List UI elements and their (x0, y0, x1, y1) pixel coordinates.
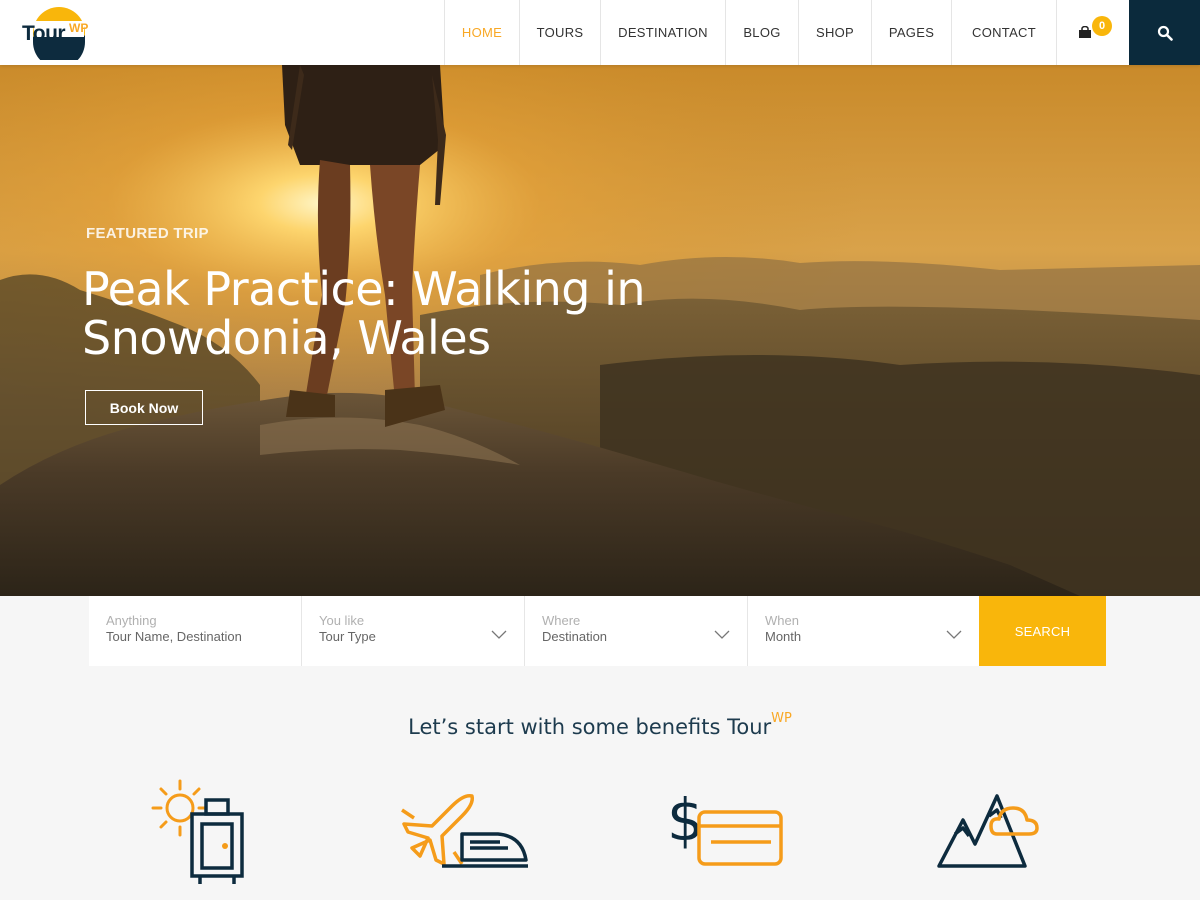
book-now-button[interactable]: Book Now (85, 390, 203, 425)
nav-contact[interactable]: CONTACT (951, 0, 1056, 65)
field-label: Where (542, 613, 581, 628)
chevron-down-icon (491, 630, 507, 639)
logo[interactable]: Tour WP (20, 4, 120, 60)
header-search-button[interactable] (1129, 0, 1200, 65)
destination-select[interactable]: Where Destination (525, 596, 748, 666)
nav-pages[interactable]: PAGES (871, 0, 951, 65)
field-label: Anything (106, 613, 157, 628)
field-label: You like (319, 613, 365, 628)
hero-banner: FEATURED TRIP Peak Practice: Walking in … (0, 65, 1200, 596)
tour-search-bar: Anything Tour Name, Destination You like… (89, 596, 1106, 666)
brand-name: Tour (22, 22, 66, 45)
nav-blog[interactable]: BLOG (725, 0, 798, 65)
search-icon (1157, 25, 1173, 41)
cart-button[interactable]: 0 (1056, 0, 1129, 65)
search-submit-button[interactable]: SEARCH (979, 596, 1106, 666)
anything-field[interactable]: Anything Tour Name, Destination (89, 596, 302, 666)
field-value: Tour Name, Destination (106, 629, 242, 644)
nav-home[interactable]: HOME (444, 0, 519, 65)
cart-icon (1079, 26, 1091, 38)
sun-luggage-icon (151, 779, 244, 884)
cart-count-badge: 0 (1092, 16, 1112, 36)
field-label: When (765, 613, 799, 628)
dollar-card-icon: $ (667, 790, 783, 866)
main-nav: HOME TOURS DESTINATION BLOG SHOP PAGES C… (444, 0, 1056, 65)
benefits-title-text: Let’s start with some benefits Tour (408, 715, 772, 739)
nav-tours[interactable]: TOURS (519, 0, 600, 65)
tour-type-select[interactable]: You like Tour Type (302, 596, 525, 666)
nav-shop[interactable]: SHOP (798, 0, 871, 65)
field-value: Destination (542, 629, 608, 644)
month-select[interactable]: When Month (748, 596, 979, 666)
chevron-down-icon (946, 630, 962, 639)
mountain-cloud-icon (937, 794, 1039, 868)
brand-superscript: WP (69, 21, 89, 35)
field-value: Month (765, 629, 802, 644)
site-header: Tour WP HOME TOURS DESTINATION BLOG SHOP… (0, 0, 1200, 65)
chevron-down-icon (714, 630, 730, 639)
benefits-title-superscript: WP (771, 711, 792, 726)
nav-destination[interactable]: DESTINATION (600, 0, 725, 65)
benefits-heading: Let’s start with some benefits TourWP (0, 711, 1200, 739)
hero-eyebrow: FEATURED TRIP (86, 225, 209, 242)
hero-title: Peak Practice: Walking in Snowdonia, Wal… (82, 262, 646, 365)
plane-train-icon (401, 793, 528, 868)
field-value: Tour Type (319, 629, 376, 644)
